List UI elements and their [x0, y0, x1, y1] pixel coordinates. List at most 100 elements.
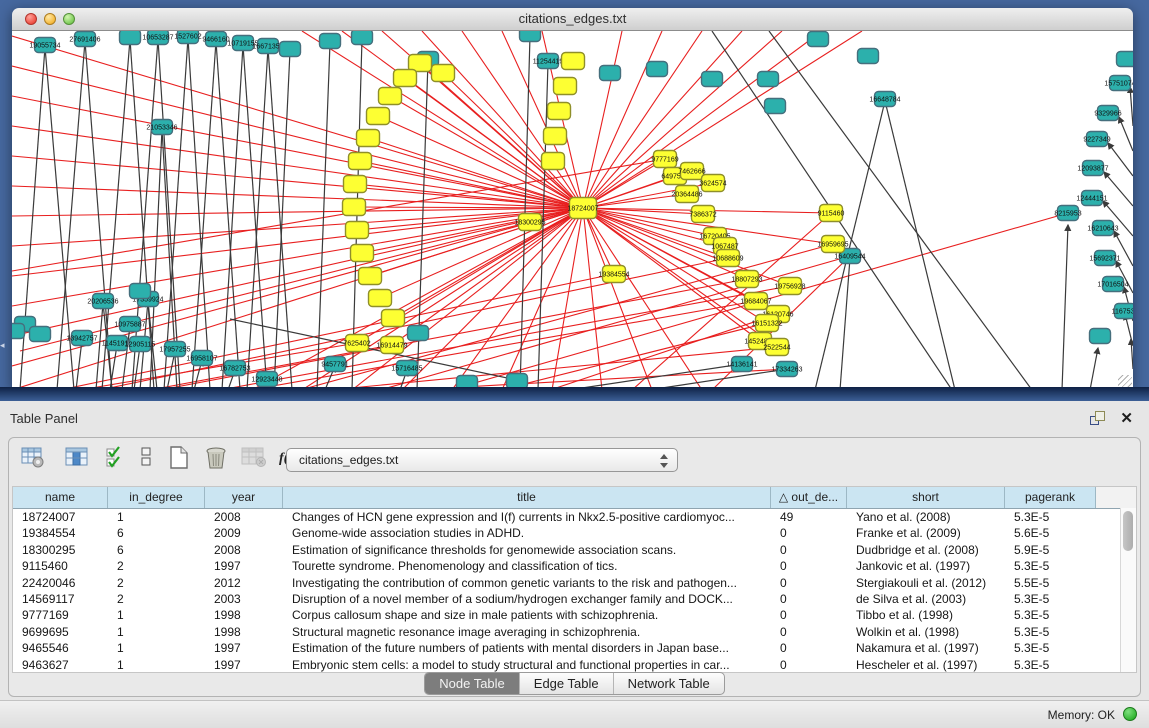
tab-edge-table[interactable]: Edge Table: [520, 673, 614, 694]
row-height-button[interactable]: [139, 446, 153, 468]
table-cell[interactable]: Hescheler et al. (1997): [847, 657, 1005, 673]
column-header-in_degree[interactable]: in_degree: [108, 487, 205, 508]
table-scrollbar-thumb[interactable]: [1123, 511, 1133, 551]
table-cell[interactable]: 1: [108, 640, 205, 656]
table-cell[interactable]: 2008: [205, 542, 283, 558]
table-cell[interactable]: 19384554: [13, 525, 108, 541]
graph-node[interactable]: [765, 99, 786, 114]
table-row[interactable]: 2242004622012Investigating the contribut…: [13, 575, 1136, 591]
table-scrollbar[interactable]: [1120, 508, 1136, 672]
column-header-out_de[interactable]: △ out_de...: [771, 487, 847, 508]
table-cell[interactable]: 0: [771, 542, 847, 558]
table-cell[interactable]: Jankovic et al. (1997): [847, 558, 1005, 574]
table-row[interactable]: 1872400712008Changes of HCN gene express…: [13, 509, 1136, 525]
tab-network-table[interactable]: Network Table: [614, 673, 724, 694]
table-cell[interactable]: 14569117: [13, 591, 108, 607]
table-cell[interactable]: de Silva et al. (2003): [847, 591, 1005, 607]
column-header-pagerank[interactable]: pagerank: [1005, 487, 1096, 508]
select-columns-button[interactable]: [105, 446, 127, 468]
memory-status-indicator[interactable]: [1123, 707, 1137, 721]
graph-node[interactable]: [343, 199, 366, 216]
zoom-window-button[interactable]: [63, 13, 75, 25]
table-cell[interactable]: 49: [771, 509, 847, 525]
table-cell[interactable]: Disruption of a novel member of a sodium…: [283, 591, 771, 607]
delete-table-button[interactable]: [241, 446, 267, 468]
table-cell[interactable]: 0: [771, 607, 847, 623]
table-cell[interactable]: Changes of HCN gene expression and I(f) …: [283, 509, 771, 525]
table-row[interactable]: 977716911998Corpus callosum shape and si…: [13, 607, 1136, 623]
table-cell[interactable]: Wolkin et al. (1998): [847, 624, 1005, 640]
table-row[interactable]: 1938455462009Genome-wide association stu…: [13, 525, 1136, 541]
table-cell[interactable]: Estimation of the future numbers of pati…: [283, 640, 771, 656]
graph-node[interactable]: [542, 153, 565, 170]
table-cell[interactable]: 9699695: [13, 624, 108, 640]
table-cell[interactable]: 5.3E-5: [1005, 591, 1096, 607]
table-cell[interactable]: 9777169: [13, 607, 108, 623]
table-cell[interactable]: 9465546: [13, 640, 108, 656]
graph-node[interactable]: [758, 72, 779, 87]
table-cell[interactable]: 18300295: [13, 542, 108, 558]
table-row[interactable]: 946362711997Embryonic stem cells: a mode…: [13, 657, 1136, 673]
table-cell[interactable]: Estimation of significance thresholds fo…: [283, 542, 771, 558]
graph-node[interactable]: [562, 53, 585, 70]
table-cell[interactable]: 0: [771, 640, 847, 656]
table-cell[interactable]: 18724007: [13, 509, 108, 525]
graph-node[interactable]: [346, 222, 369, 239]
graph-node[interactable]: [520, 31, 541, 42]
graph-node[interactable]: [548, 103, 571, 120]
table-cell[interactable]: Franke et al. (2009): [847, 525, 1005, 541]
table-cell[interactable]: 2008: [205, 509, 283, 525]
table-cell[interactable]: 1997: [205, 640, 283, 656]
table-cell[interactable]: 9115460: [13, 558, 108, 574]
column-header-title[interactable]: title: [283, 487, 771, 508]
minimize-window-button[interactable]: [44, 13, 56, 25]
table-cell[interactable]: 0: [771, 575, 847, 591]
table-cell[interactable]: 9463627: [13, 657, 108, 673]
create-column-button[interactable]: [167, 446, 191, 470]
table-row[interactable]: 969969511998Structural magnetic resonanc…: [13, 624, 1136, 640]
table-row[interactable]: 911546021997Tourette syndrome. Phenomeno…: [13, 558, 1136, 574]
graph-node[interactable]: [379, 88, 402, 105]
graph-node[interactable]: [320, 34, 341, 49]
graph-node[interactable]: [352, 31, 373, 45]
table-cell[interactable]: 6: [108, 542, 205, 558]
graph-node[interactable]: [554, 78, 577, 95]
table-cell[interactable]: 5.9E-5: [1005, 542, 1096, 558]
table-cell[interactable]: 5.3E-5: [1005, 607, 1096, 623]
table-cell[interactable]: 1997: [205, 558, 283, 574]
table-cell[interactable]: 0: [771, 624, 847, 640]
float-panel-icon[interactable]: [1090, 411, 1105, 425]
table-cell[interactable]: Yano et al. (2008): [847, 509, 1005, 525]
column-header-year[interactable]: year: [205, 487, 283, 508]
table-cell[interactable]: 22420046: [13, 575, 108, 591]
graph-node[interactable]: [369, 290, 392, 307]
graph-node[interactable]: [382, 310, 405, 327]
graph-node[interactable]: [647, 62, 668, 77]
table-cell[interactable]: Investigating the contribution of common…: [283, 575, 771, 591]
table-cell[interactable]: Tibbo et al. (1998): [847, 607, 1005, 623]
graph-node[interactable]: [702, 72, 723, 87]
table-cell[interactable]: 1998: [205, 607, 283, 623]
table-cell[interactable]: Corpus callosum shape and size in male p…: [283, 607, 771, 623]
table-cell[interactable]: 0: [771, 657, 847, 673]
graph-node[interactable]: [858, 49, 879, 64]
network-canvas[interactable]: 1905573427691406106532871527602946616010…: [12, 31, 1133, 390]
table-cell[interactable]: 5.3E-5: [1005, 624, 1096, 640]
table-cell[interactable]: 1: [108, 607, 205, 623]
graph-node[interactable]: [408, 326, 429, 341]
show-columns-button[interactable]: [65, 446, 89, 468]
graph-node[interactable]: [367, 108, 390, 125]
table-cell[interactable]: Genome-wide association studies in ADHD.: [283, 525, 771, 541]
table-cell[interactable]: 1: [108, 624, 205, 640]
graph-node[interactable]: [1090, 329, 1111, 344]
table-cell[interactable]: 0: [771, 525, 847, 541]
graph-node[interactable]: [12, 324, 25, 339]
table-cell[interactable]: 5.3E-5: [1005, 558, 1096, 574]
table-cell[interactable]: 2: [108, 591, 205, 607]
close-window-button[interactable]: [25, 13, 37, 25]
table-select[interactable]: citations_edges.txt: [286, 448, 678, 472]
table-cell[interactable]: 6: [108, 525, 205, 541]
table-cell[interactable]: 5.6E-5: [1005, 525, 1096, 541]
graph-node[interactable]: [120, 31, 141, 45]
graph-node[interactable]: [544, 128, 567, 145]
